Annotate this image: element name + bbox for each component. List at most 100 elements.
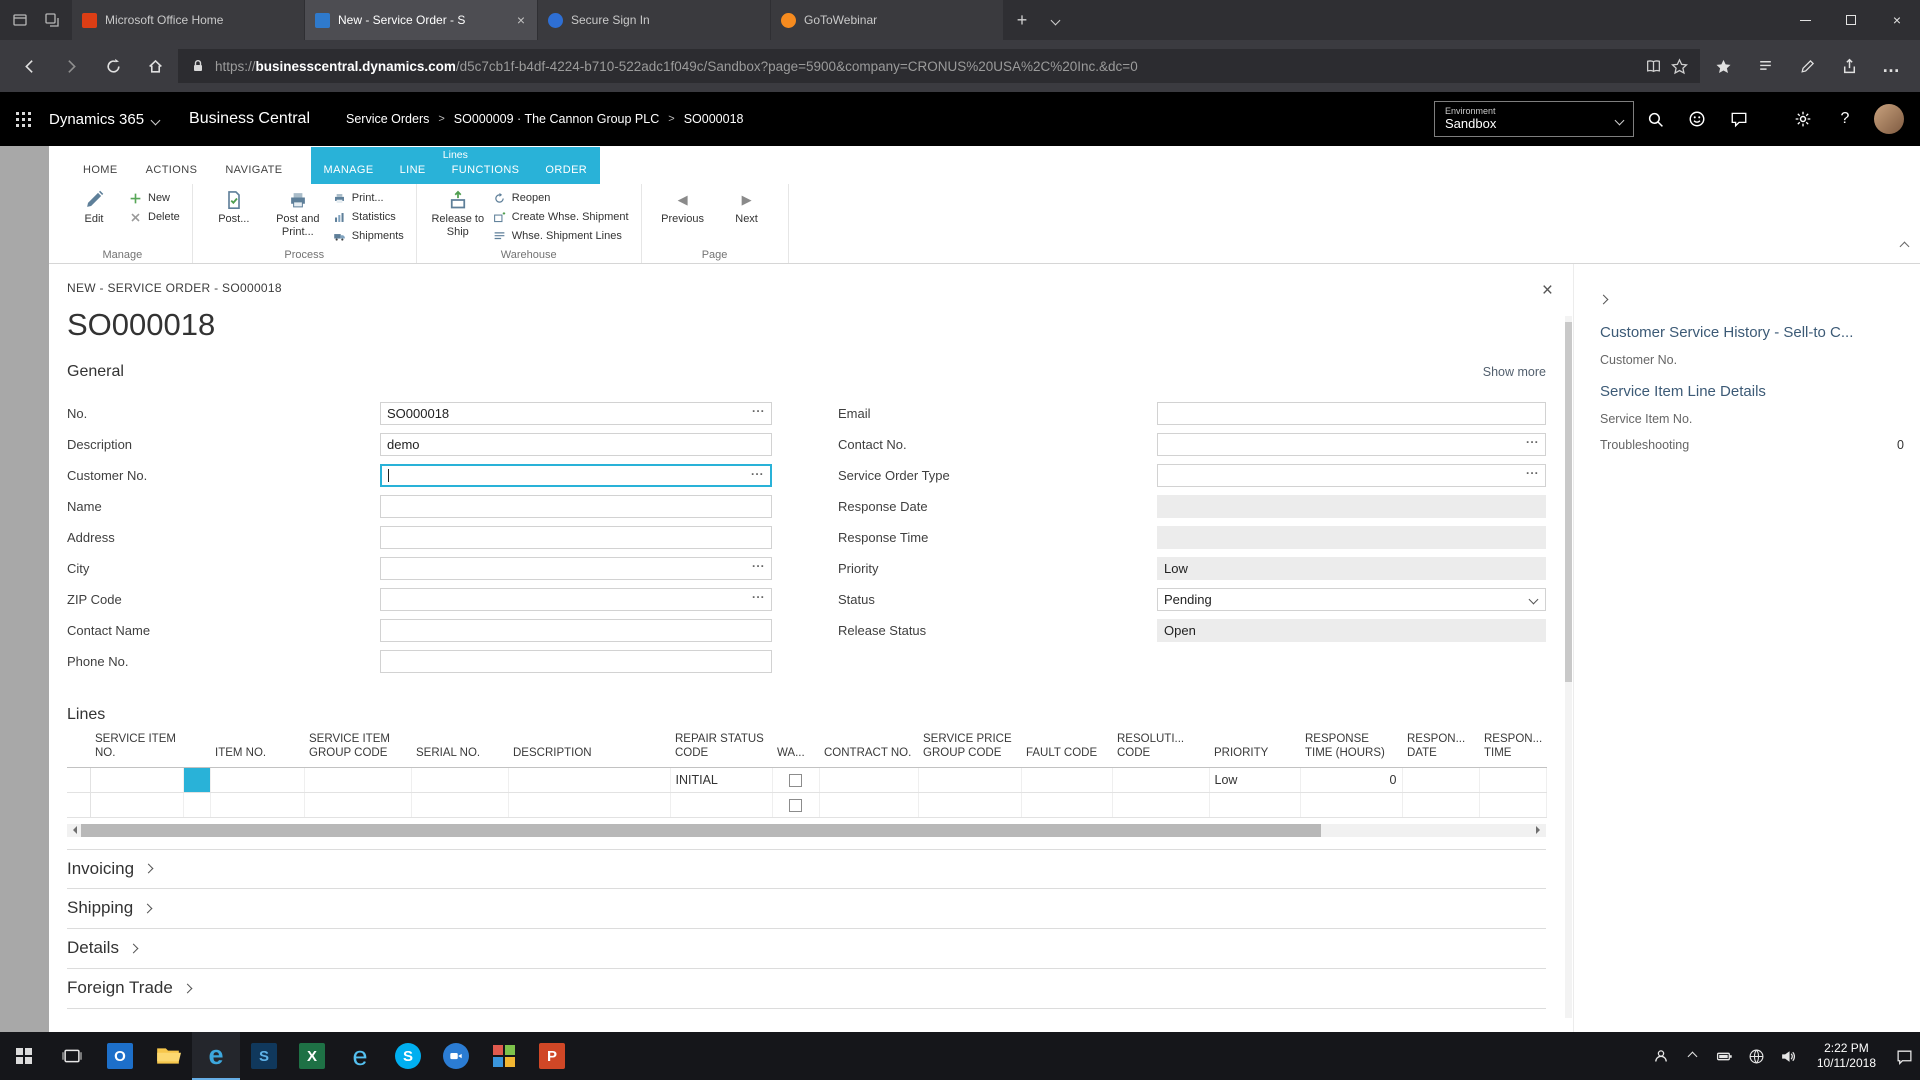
tray-user-icon[interactable] <box>1645 1032 1677 1080</box>
post-and-print-button[interactable]: Post and Print... <box>269 187 327 247</box>
taskbar-skype-business-icon[interactable]: S <box>240 1032 288 1080</box>
service-item-no-cell[interactable] <box>90 767 183 792</box>
set-tabs-aside-icon[interactable] <box>44 12 60 28</box>
description-field[interactable]: demo <box>380 433 772 456</box>
tab-close-icon[interactable]: × <box>515 12 527 28</box>
section-invoicing[interactable]: Invoicing <box>67 849 1546 889</box>
statistics-button[interactable]: Statistics <box>333 209 404 225</box>
product-name[interactable]: Dynamics 365 <box>49 111 144 128</box>
column-response-date[interactable]: RESPON... DATE <box>1402 732 1479 767</box>
browser-tab-office-home[interactable]: Microsoft Office Home <box>72 0 304 40</box>
contract-no-cell[interactable] <box>819 792 918 817</box>
taskbar-clock[interactable]: 2:22 PM 10/11/2018 <box>1805 1041 1888 1071</box>
contract-no-cell[interactable] <box>819 767 918 792</box>
service-price-group-code-cell[interactable] <box>918 767 1021 792</box>
lookup-icon[interactable]: ... <box>751 464 764 478</box>
blank-cell[interactable] <box>183 792 210 817</box>
app-name[interactable]: Business Central <box>189 110 310 128</box>
whse-shipment-lines-button[interactable]: Whse. Shipment Lines <box>493 228 629 244</box>
warranty-cell[interactable] <box>772 767 819 792</box>
taskbar-file-explorer-icon[interactable] <box>144 1032 192 1080</box>
tab-preview-icon[interactable] <box>12 12 28 28</box>
resolution-code-cell[interactable] <box>1112 767 1209 792</box>
repair-status-code-cell[interactable]: INITIAL <box>670 767 772 792</box>
back-button[interactable] <box>10 47 48 85</box>
dropdown-chevron-icon[interactable] <box>1529 595 1539 605</box>
column-description[interactable]: DESCRIPTION <box>508 732 670 767</box>
window-minimize-button[interactable] <box>1782 0 1828 40</box>
card-vertical-scrollbar[interactable] <box>1565 316 1572 1018</box>
home-button[interactable] <box>136 47 174 85</box>
ribbon-tab-actions[interactable]: ACTIONS <box>132 164 212 184</box>
feedback-smiley-icon[interactable] <box>1676 99 1718 139</box>
action-center-icon[interactable] <box>1888 1032 1920 1080</box>
new-tab-button[interactable]: + <box>1004 0 1040 40</box>
taskbar-excel-icon[interactable]: X <box>288 1032 336 1080</box>
item-no-cell[interactable] <box>210 767 304 792</box>
chat-icon[interactable] <box>1718 99 1760 139</box>
row-selector-cell[interactable] <box>67 792 90 817</box>
column-serial-no[interactable]: SERIAL NO. <box>411 732 508 767</box>
lock-icon[interactable] <box>190 58 206 74</box>
column-service-item-group-code[interactable]: SERVICE ITEM GROUP CODE <box>304 732 411 767</box>
ribbon-tab-line[interactable]: LINE <box>387 161 439 184</box>
refresh-button[interactable] <box>94 47 132 85</box>
troubleshooting-count[interactable]: 0 <box>1897 438 1904 452</box>
reopen-button[interactable]: Reopen <box>493 190 629 206</box>
service-order-type-field[interactable]: ... <box>1157 464 1546 487</box>
column-item-no[interactable]: ITEM NO. <box>210 732 304 767</box>
favorites-bar-icon[interactable] <box>1704 47 1742 85</box>
next-button[interactable]: ▶ Next <box>718 187 776 247</box>
taskbar-internet-explorer-icon[interactable]: e <box>336 1032 384 1080</box>
taskbar-app-grid-icon[interactable] <box>480 1032 528 1080</box>
column-contract-no[interactable]: CONTRACT NO. <box>819 732 918 767</box>
edit-button[interactable]: Edit <box>65 187 123 247</box>
release-to-ship-button[interactable]: Release to Ship <box>429 187 487 247</box>
ribbon-tab-home[interactable]: HOME <box>69 164 132 184</box>
ribbon-tab-order[interactable]: ORDER <box>532 161 600 184</box>
column-blank[interactable] <box>183 732 210 767</box>
browser-more-icon[interactable]: … <box>1872 47 1910 85</box>
ribbon-tab-manage[interactable]: MANAGE <box>311 161 387 184</box>
column-service-price-group-code[interactable]: SERVICE PRICE GROUP CODE <box>918 732 1021 767</box>
shipments-button[interactable]: Shipments <box>333 228 404 244</box>
service-item-no-cell[interactable] <box>90 792 183 817</box>
user-avatar[interactable] <box>1874 104 1904 134</box>
name-field[interactable] <box>380 495 772 518</box>
lookup-icon[interactable]: ... <box>752 587 765 601</box>
factbox-title-service-item-line-details[interactable]: Service Item Line Details <box>1600 383 1904 400</box>
scroll-right-icon[interactable] <box>1532 824 1546 837</box>
forward-button[interactable] <box>52 47 90 85</box>
scroll-left-icon[interactable] <box>67 824 81 837</box>
column-row-selector[interactable] <box>67 732 90 767</box>
fault-code-cell[interactable] <box>1021 792 1112 817</box>
task-view-button[interactable] <box>48 1032 96 1080</box>
response-time-hours-cell[interactable]: 0 <box>1300 767 1402 792</box>
tray-network-icon[interactable] <box>1741 1032 1773 1080</box>
response-date-cell[interactable] <box>1402 792 1479 817</box>
contact-name-field[interactable] <box>380 619 772 642</box>
card-close-icon[interactable]: × <box>1542 280 1553 302</box>
factbox-title-customer-service-history[interactable]: Customer Service History - Sell-to C... <box>1600 324 1904 341</box>
priority-cell[interactable]: Low <box>1209 767 1300 792</box>
taskbar-outlook-icon[interactable]: O <box>96 1032 144 1080</box>
tab-list-chevron-icon[interactable] <box>1040 0 1070 40</box>
city-field[interactable]: ... <box>380 557 772 580</box>
taskbar-camera-icon[interactable] <box>432 1032 480 1080</box>
row-selector-cell[interactable] <box>67 767 90 792</box>
start-button[interactable] <box>0 1032 48 1080</box>
help-icon[interactable]: ? <box>1824 99 1866 139</box>
column-service-item-no[interactable]: SERVICE ITEM NO. <box>90 732 183 767</box>
window-maximize-button[interactable] <box>1828 0 1874 40</box>
email-field[interactable] <box>1157 402 1546 425</box>
section-details[interactable]: Details <box>67 929 1546 969</box>
taskbar-powerpoint-icon[interactable]: P <box>528 1032 576 1080</box>
breadcrumb-so000009[interactable]: SO000009 · The Cannon Group PLC <box>454 112 659 126</box>
new-button[interactable]: New <box>129 190 180 206</box>
column-resolution-code[interactable]: RESOLUTI... CODE <box>1112 732 1209 767</box>
taskbar-skype-icon[interactable]: S <box>384 1032 432 1080</box>
tray-battery-icon[interactable] <box>1709 1032 1741 1080</box>
column-repair-status-code[interactable]: REPAIR STATUS CODE <box>670 732 772 767</box>
ribbon-tab-functions[interactable]: FUNCTIONS <box>439 161 533 184</box>
response-time-hours-cell[interactable] <box>1300 792 1402 817</box>
